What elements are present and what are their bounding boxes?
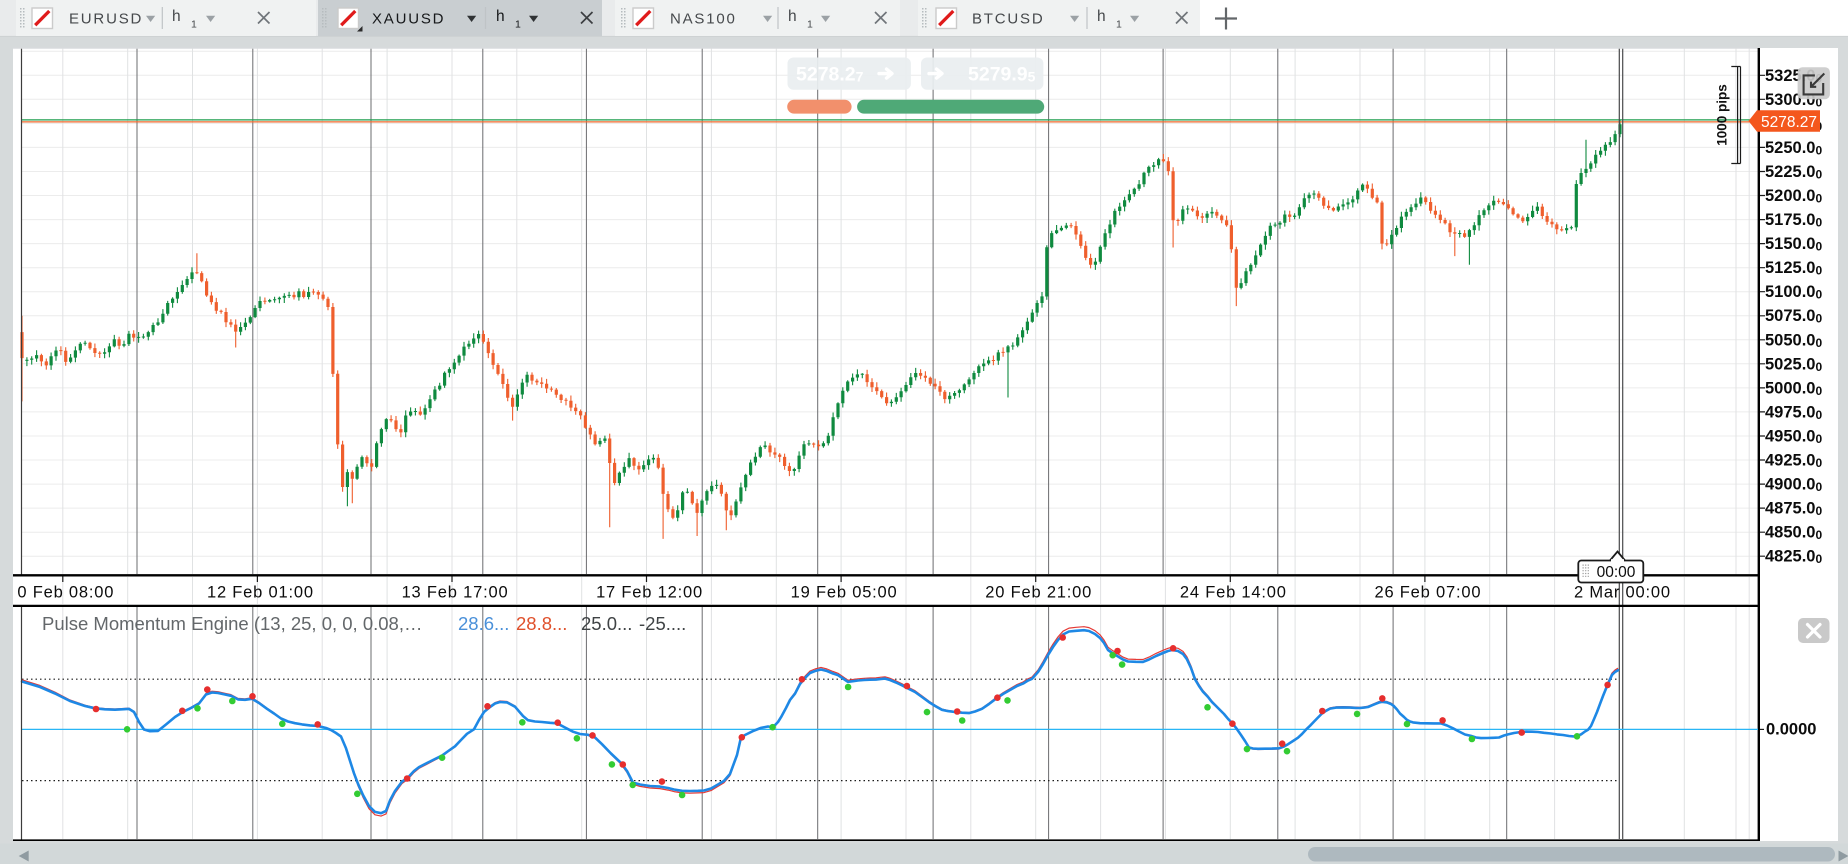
svg-text:h: h [496, 8, 505, 25]
svg-text:EURUSD: EURUSD [69, 11, 143, 28]
svg-text:5075.00: 5075.00 [1765, 307, 1822, 326]
svg-text:5025.00: 5025.00 [1765, 355, 1822, 374]
svg-text:5175.00: 5175.00 [1765, 211, 1822, 230]
svg-text:20 Feb 21:00: 20 Feb 21:00 [985, 584, 1092, 602]
svg-text:4850.00: 4850.00 [1765, 524, 1822, 543]
svg-text:BTCUSD: BTCUSD [972, 11, 1044, 28]
svg-text:1: 1 [1116, 19, 1122, 31]
svg-text:00:00: 00:00 [1597, 564, 1636, 581]
svg-text:h: h [172, 8, 181, 25]
svg-text:4950.00: 4950.00 [1765, 428, 1822, 447]
svg-text:5279.95: 5279.95 [968, 64, 1036, 86]
svg-text:4825.00: 4825.00 [1765, 548, 1822, 567]
svg-text:5250.00: 5250.00 [1765, 139, 1822, 158]
svg-text:25.0...: 25.0... [581, 613, 632, 634]
svg-text:0 Feb 08:00: 0 Feb 08:00 [17, 584, 114, 602]
svg-text:5200.00: 5200.00 [1765, 187, 1822, 206]
svg-text:17 Feb 12:00: 17 Feb 12:00 [596, 584, 703, 602]
svg-text:1: 1 [807, 19, 813, 31]
svg-text:28.6...: 28.6... [458, 613, 509, 634]
svg-text:Pulse Momentum Engine (13, 25,: Pulse Momentum Engine (13, 25, 0, 0, 0.0… [42, 613, 423, 634]
svg-text:0.0000: 0.0000 [1766, 721, 1816, 739]
svg-text:XAUUSD: XAUUSD [372, 11, 445, 28]
svg-text:19 Feb 05:00: 19 Feb 05:00 [791, 584, 898, 602]
svg-text:1000 pips: 1000 pips [1715, 84, 1730, 146]
svg-text:5278.27: 5278.27 [1761, 114, 1817, 131]
svg-text:5278.27: 5278.27 [796, 64, 864, 86]
svg-text:4900.00: 4900.00 [1765, 476, 1822, 495]
svg-text:5125.00: 5125.00 [1765, 259, 1822, 278]
svg-text:5050.00: 5050.00 [1765, 331, 1822, 350]
svg-text:1: 1 [191, 19, 197, 31]
svg-text:4875.00: 4875.00 [1765, 500, 1822, 519]
svg-text:-25....: -25.... [639, 613, 686, 634]
svg-text:h: h [1097, 8, 1106, 25]
svg-text:24 Feb 14:00: 24 Feb 14:00 [1180, 584, 1287, 602]
svg-text:5150.00: 5150.00 [1765, 235, 1822, 254]
svg-text:2 Mar 00:00: 2 Mar 00:00 [1574, 584, 1671, 602]
svg-text:26 Feb 07:00: 26 Feb 07:00 [1374, 584, 1481, 602]
svg-text:12 Feb 01:00: 12 Feb 01:00 [207, 584, 314, 602]
svg-text:28.8...: 28.8... [516, 613, 567, 634]
svg-text:5100.00: 5100.00 [1765, 283, 1822, 302]
svg-text:NAS100: NAS100 [670, 11, 737, 28]
svg-text:h: h [788, 8, 797, 25]
svg-text:4925.00: 4925.00 [1765, 452, 1822, 471]
svg-text:5000.00: 5000.00 [1765, 379, 1822, 398]
svg-text:1: 1 [515, 19, 521, 31]
svg-text:4975.00: 4975.00 [1765, 403, 1822, 422]
svg-text:13 Feb 17:00: 13 Feb 17:00 [402, 584, 509, 602]
svg-text:5225.00: 5225.00 [1765, 163, 1822, 182]
